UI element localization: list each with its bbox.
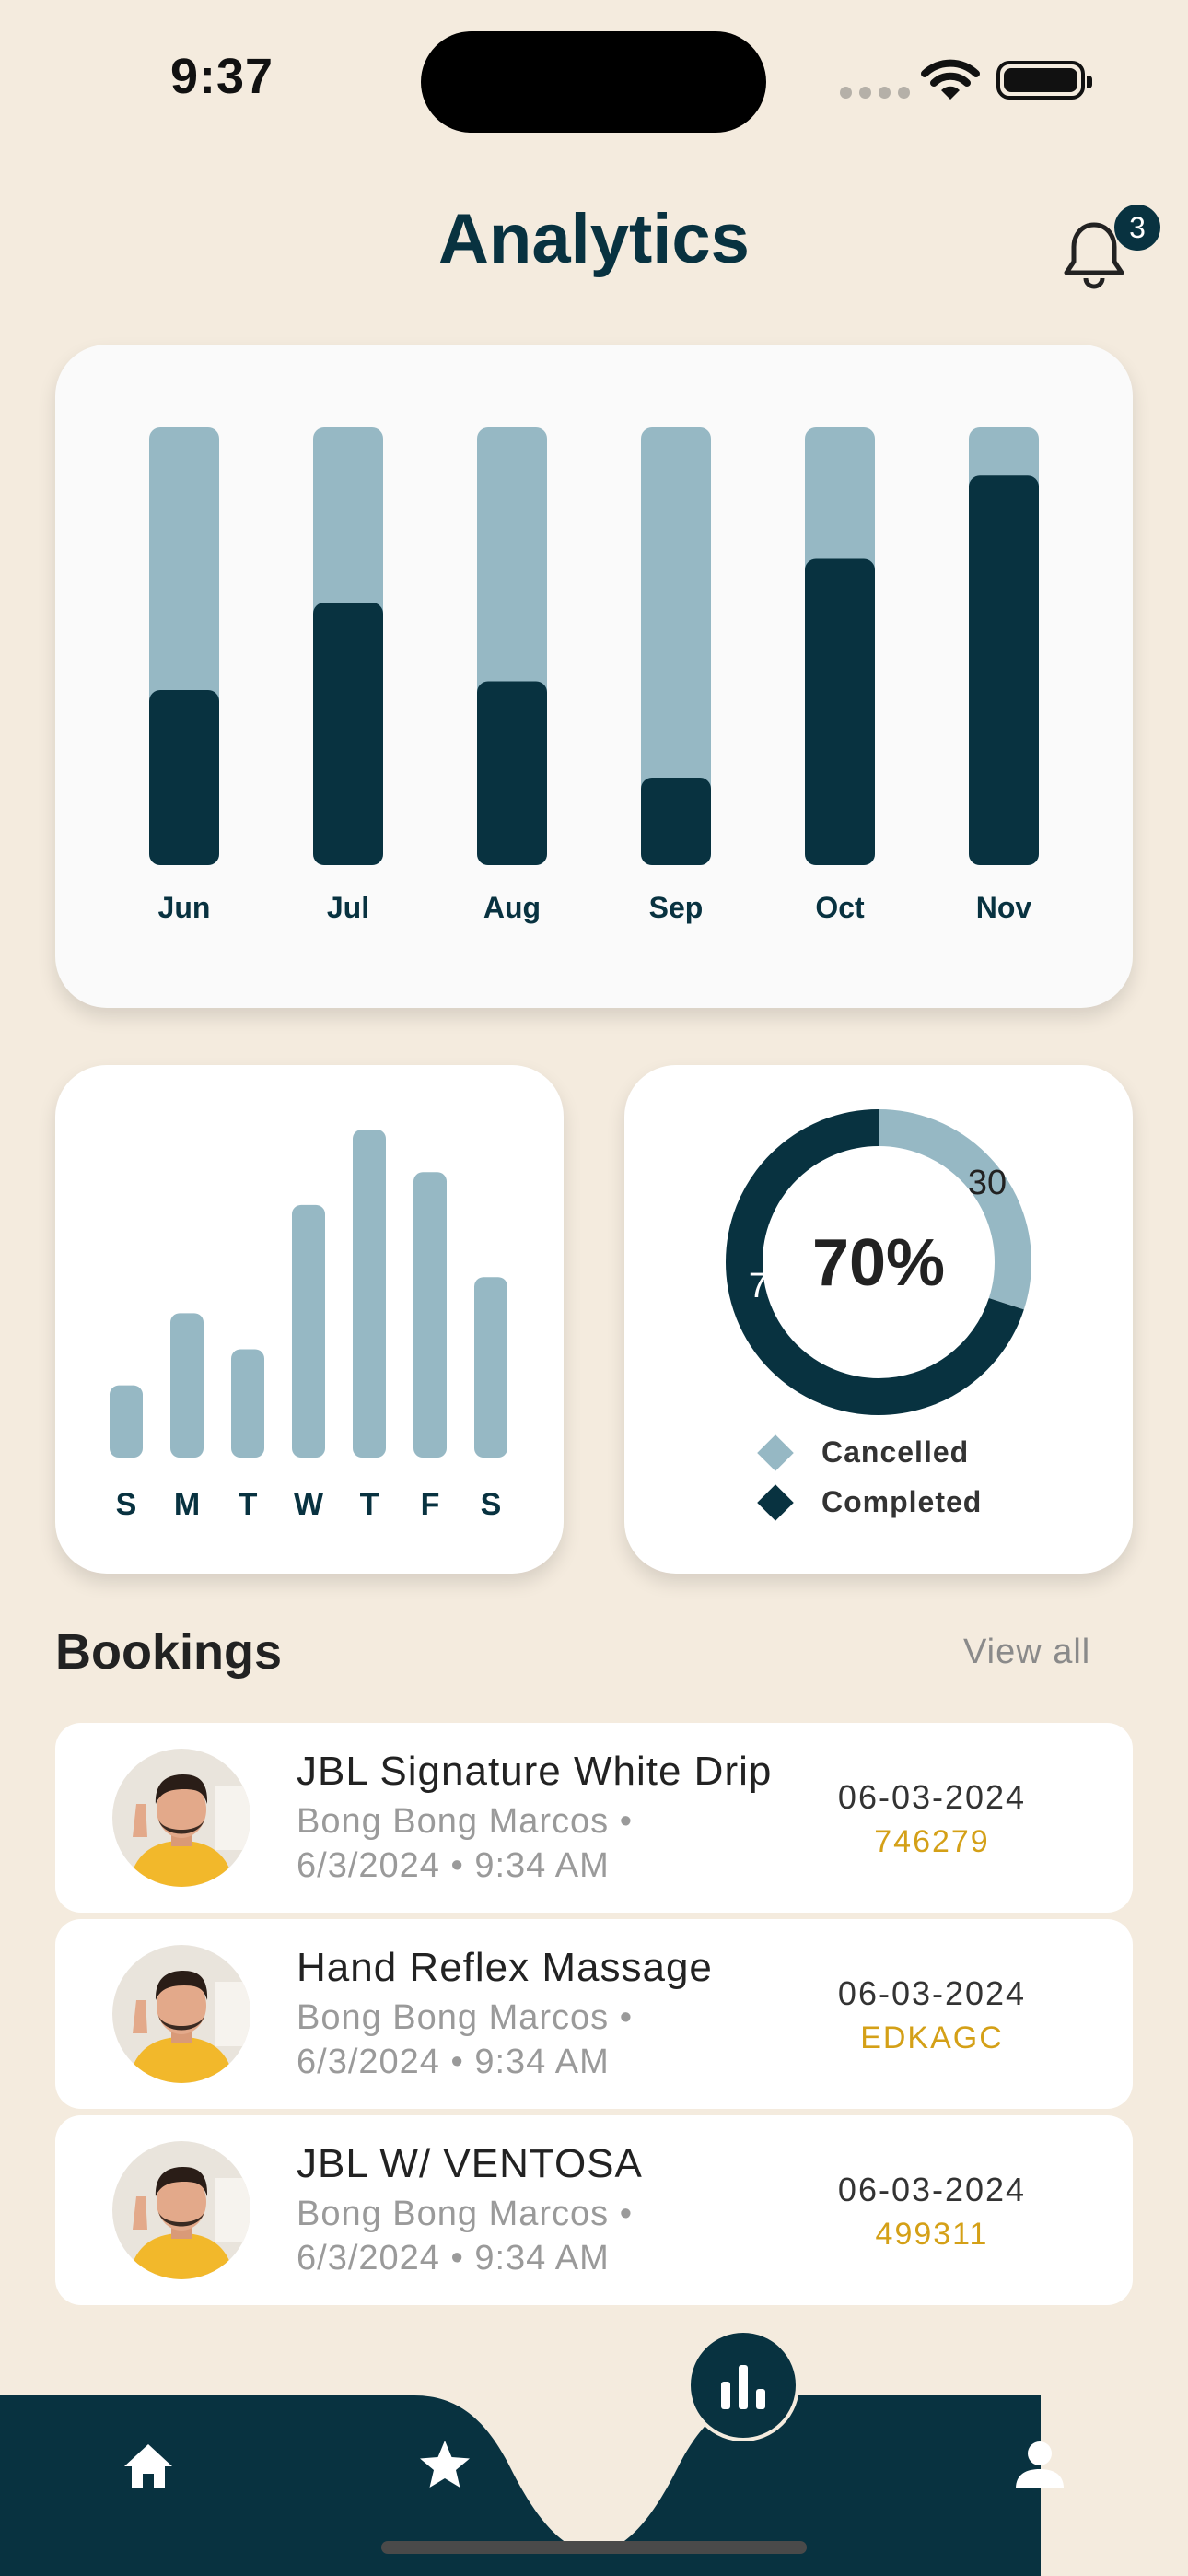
star-icon xyxy=(420,2441,470,2488)
weekly-bar xyxy=(413,1172,447,1458)
weekly-bar xyxy=(231,1349,264,1458)
page-title: Analytics xyxy=(438,200,750,278)
weekly-tick-label: S xyxy=(116,1487,137,1522)
nav-profile[interactable] xyxy=(1006,2430,1074,2499)
legend-completed: Completed xyxy=(753,1483,983,1521)
booking-code: EDKAGC xyxy=(860,2020,1004,2055)
booking-row[interactable]: Hand Reflex Massage Bong Bong Marcos • 6/3… xyxy=(55,1919,1133,2109)
booking-service: JBL Signature White Drip xyxy=(297,1749,773,1794)
weekly-tick-label: F xyxy=(421,1487,440,1522)
monthly-bar-completed xyxy=(969,475,1039,865)
person-icon xyxy=(1016,2441,1064,2488)
nav-favorites[interactable] xyxy=(411,2430,479,2499)
view-all-link[interactable]: View all xyxy=(963,1633,1090,1672)
weekly-bar xyxy=(110,1385,143,1458)
monthly-bookings-chart: Jun Jul Aug Sep Oct Nov xyxy=(149,427,1039,924)
legend-cancelled-label: Cancelled xyxy=(821,1435,970,1469)
booking-date: 06-03-2024 xyxy=(837,1974,1027,2012)
monthly-tick-label: Jun xyxy=(158,891,211,924)
booking-date: 06-03-2024 xyxy=(837,1778,1027,1816)
home-indicator xyxy=(381,2541,807,2554)
monthly-bookings-chart-card: Jun Jul Aug Sep Oct Nov xyxy=(55,345,1133,1008)
booking-service: JBL W/ VENTOSA xyxy=(297,2141,643,2186)
booking-date: 06-03-2024 xyxy=(837,2171,1027,2208)
monthly-tick-label: Nov xyxy=(976,891,1032,924)
cancelled-diamond-icon xyxy=(757,1434,794,1471)
booking-code: 499311 xyxy=(875,2217,989,2252)
home-icon xyxy=(124,2444,172,2488)
monthly-tick-label: Oct xyxy=(815,891,865,924)
monthly-bar-completed xyxy=(313,603,383,865)
weekly-bar xyxy=(292,1204,325,1458)
avatar xyxy=(112,1749,250,1887)
dynamic-island xyxy=(421,31,766,133)
monthly-tick-label: Aug xyxy=(483,891,541,924)
booking-datetime: 6/3/2024 • 9:34 AM xyxy=(297,2239,610,2277)
weekly-tick-label: T xyxy=(360,1487,379,1522)
bar-chart-icon xyxy=(721,2365,765,2409)
booking-row[interactable]: JBL W/ VENTOSA Bong Bong Marcos • 6/3/2024… xyxy=(55,2115,1133,2305)
booking-code: 746279 xyxy=(874,1824,990,1859)
booking-service: Hand Reflex Massage xyxy=(297,1945,713,1990)
notification-badge: 3 xyxy=(1114,205,1160,251)
weekly-tick-label: T xyxy=(239,1487,258,1522)
signal-dots-icon xyxy=(840,87,910,99)
donut-center-label: 70% xyxy=(811,1226,946,1300)
booking-row[interactable]: JBL Signature White Drip Bong Bong Marcos… xyxy=(55,1723,1133,1913)
completed-diamond-icon xyxy=(757,1483,794,1521)
weekly-tick-label: M xyxy=(174,1487,200,1522)
battery-icon xyxy=(996,61,1092,100)
avatar xyxy=(112,2141,250,2279)
booking-customer: Bong Bong Marcos • xyxy=(297,1998,634,2037)
monthly-bar-completed xyxy=(477,681,547,865)
avatar xyxy=(112,1945,250,2083)
nav-home[interactable] xyxy=(114,2432,182,2500)
nav-analytics[interactable] xyxy=(687,2329,799,2441)
weekly-bookings-chart: SMTWTFS xyxy=(110,1130,507,1522)
legend-cancelled: Cancelled xyxy=(753,1434,970,1471)
booking-customer: Bong Bong Marcos • xyxy=(297,1802,634,1841)
booking-datetime: 6/3/2024 • 9:34 AM xyxy=(297,2043,610,2081)
bookings-title: Bookings xyxy=(55,1624,283,1680)
donut-value-label: 30 xyxy=(968,1164,1007,1202)
booking-customer: Bong Bong Marcos • xyxy=(297,2195,634,2233)
monthly-tick-label: Jul xyxy=(327,891,369,924)
monthly-bar-completed xyxy=(805,558,875,865)
wifi-icon xyxy=(921,59,980,100)
weekly-bar xyxy=(170,1313,204,1458)
monthly-tick-label: Sep xyxy=(649,891,704,924)
weekly-tick-label: S xyxy=(481,1487,502,1522)
weekly-bar xyxy=(353,1130,386,1458)
booking-datetime: 6/3/2024 • 9:34 AM xyxy=(297,1846,610,1885)
monthly-bar-completed xyxy=(149,690,219,865)
weekly-bar xyxy=(474,1277,507,1458)
completion-donut-card: 30 70 70% Cancelled Completed xyxy=(624,1065,1133,1574)
legend-completed-label: Completed xyxy=(821,1485,983,1518)
status-time: 9:37 xyxy=(170,49,274,104)
monthly-bar-completed xyxy=(641,778,711,865)
weekly-tick-label: W xyxy=(294,1487,324,1522)
weekly-bookings-chart-card: SMTWTFS xyxy=(55,1065,564,1574)
